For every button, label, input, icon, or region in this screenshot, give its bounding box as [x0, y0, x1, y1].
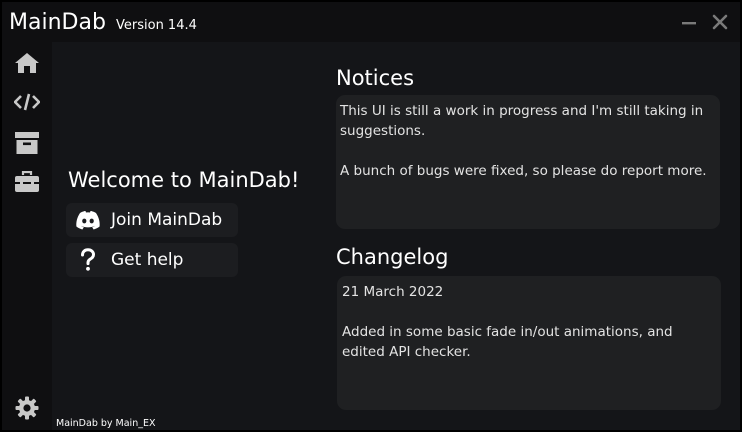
get-help-label: Get help: [111, 250, 184, 270]
sidebar-item-editor[interactable]: [10, 87, 44, 117]
join-discord-label: Join MainDab: [111, 210, 223, 230]
join-discord-button[interactable]: Join MainDab: [66, 203, 238, 237]
close-button[interactable]: [709, 11, 731, 33]
sidebar-item-scripts[interactable]: [10, 128, 44, 158]
notices-heading: Notices: [336, 66, 415, 90]
footer-credit: MainDab by Main_EX: [56, 418, 156, 429]
notice-text: This UI is still a work in progress and …: [340, 103, 704, 139]
get-help-button[interactable]: Get help: [66, 243, 238, 277]
sidebar-item-tools[interactable]: [10, 167, 44, 197]
minimize-icon: [682, 22, 696, 25]
app-window: MainDab Version 14.4 Welcome to MainDab!…: [0, 0, 742, 432]
app-version: Version 14.4: [116, 18, 197, 33]
archive-icon: [15, 132, 39, 154]
sidebar: [2, 42, 52, 430]
discord-icon: [76, 211, 100, 230]
sidebar-item-home[interactable]: [10, 48, 44, 78]
changelog-heading: Changelog: [336, 245, 449, 269]
changelog-date: 21 March 2022: [342, 284, 444, 300]
question-icon: [81, 248, 96, 271]
sidebar-item-settings[interactable]: [10, 393, 44, 423]
app-title: MainDab: [9, 10, 106, 35]
welcome-heading: Welcome to MainDab!: [68, 168, 300, 192]
notice-text: A bunch of bugs were fixed, so please do…: [340, 163, 707, 179]
changelog-text: Added in some basic fade in/out animatio…: [342, 324, 673, 360]
close-icon: [712, 14, 728, 30]
code-icon: [14, 93, 40, 111]
minimize-button[interactable]: [678, 11, 700, 33]
gear-icon: [15, 396, 39, 420]
notices-panel: This UI is still a work in progress and …: [336, 95, 720, 229]
title-bar[interactable]: MainDab Version 14.4: [2, 2, 740, 42]
changelog-panel: 21 March 2022 Added in some basic fade i…: [337, 276, 721, 410]
toolbox-icon: [15, 171, 39, 192]
home-icon: [15, 53, 39, 73]
